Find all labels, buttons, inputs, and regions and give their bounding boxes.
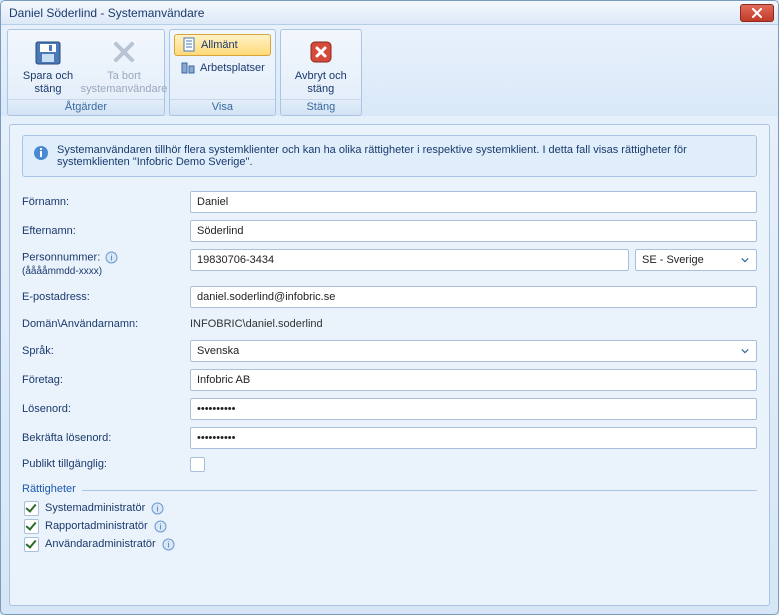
close-icon xyxy=(752,8,762,18)
firstname-label: Förnamn: xyxy=(22,194,190,210)
help-icon[interactable]: i xyxy=(162,538,175,551)
view-general-button[interactable]: Allmänt xyxy=(174,34,271,56)
perm-checkbox-reportadmin[interactable] xyxy=(24,519,39,534)
ribbon: Spara och stäng Ta bort systemanvändare … xyxy=(1,25,778,116)
language-value: Svenska xyxy=(197,345,239,357)
email-label: E-postadress: xyxy=(22,289,190,305)
firstname-input[interactable] xyxy=(190,191,757,213)
language-label: Språk: xyxy=(22,343,190,359)
dialog-window: Daniel Söderlind - Systemanvändare Spara… xyxy=(0,0,779,615)
view-general-label: Allmänt xyxy=(201,39,238,51)
chevron-down-icon xyxy=(738,253,752,267)
permission-item: Rapportadministratör i xyxy=(24,519,755,534)
password-input[interactable] xyxy=(190,398,757,420)
personnr-input[interactable] xyxy=(190,249,629,271)
domainuser-label: Domän\Användarnamn: xyxy=(22,316,190,332)
personnr-label: Personnummer: i (ååååmmdd-xxxx) xyxy=(22,249,190,279)
domainuser-value: INFOBRIC\daniel.soderlind xyxy=(190,315,323,333)
email-input[interactable] xyxy=(190,286,757,308)
svg-text:i: i xyxy=(157,504,159,513)
window-title: Daniel Söderlind - Systemanvändare xyxy=(5,6,740,20)
cancel-icon xyxy=(305,36,337,68)
ribbon-group-actions-label: Åtgärder xyxy=(8,99,164,115)
language-dropdown[interactable]: Svenska xyxy=(190,340,757,362)
permissions-fieldset: Rättigheter Systemadministratör i Rappor… xyxy=(22,490,757,557)
perm-label: Rapportadministratör xyxy=(45,520,148,532)
remove-user-button: Ta bort systemanvändare xyxy=(86,32,162,99)
perm-checkbox-useradmin[interactable] xyxy=(24,537,39,552)
help-icon[interactable]: i xyxy=(105,251,118,264)
ribbon-group-close-label: Stäng xyxy=(281,99,361,115)
password-label: Lösenord: xyxy=(22,401,190,417)
ribbon-group-close: Avbryt och stäng Stäng xyxy=(280,29,362,116)
info-message: Systemanvändaren tillhör flera systemkli… xyxy=(22,135,757,177)
company-label: Företag: xyxy=(22,372,190,388)
confirm-label: Bekräfta lösenord: xyxy=(22,430,190,446)
content-panel: Systemanvändaren tillhör flera systemkli… xyxy=(9,124,770,606)
public-label: Publikt tillgänglig: xyxy=(22,456,190,472)
lastname-input[interactable] xyxy=(190,220,757,242)
public-checkbox[interactable] xyxy=(190,457,205,472)
window-close-button[interactable] xyxy=(740,4,774,22)
svg-text:i: i xyxy=(167,540,169,549)
ribbon-group-view-label: Visa xyxy=(170,99,275,115)
save-button-label: Spara och stäng xyxy=(23,70,73,95)
svg-text:i: i xyxy=(159,522,161,531)
view-workplaces-button[interactable]: Arbetsplatser xyxy=(174,58,271,78)
country-dropdown[interactable]: SE - Sverige xyxy=(635,249,757,271)
chevron-down-icon xyxy=(738,344,752,358)
save-and-close-button[interactable]: Spara och stäng xyxy=(10,32,86,99)
cancel-and-close-button[interactable]: Avbryt och stäng xyxy=(283,32,359,99)
workplaces-icon xyxy=(180,60,196,76)
svg-text:i: i xyxy=(111,254,113,263)
cancel-button-label: Avbryt och stäng xyxy=(295,70,347,95)
help-icon[interactable]: i xyxy=(154,520,167,533)
document-icon xyxy=(181,37,197,53)
help-icon[interactable]: i xyxy=(151,502,164,515)
info-icon xyxy=(33,145,49,161)
save-icon xyxy=(32,36,64,68)
perm-checkbox-sysadmin[interactable] xyxy=(24,501,39,516)
perm-label: Systemadministratör xyxy=(45,502,145,514)
country-value: SE - Sverige xyxy=(642,254,704,266)
company-input[interactable] xyxy=(190,369,757,391)
confirm-password-input[interactable] xyxy=(190,427,757,449)
ribbon-group-actions: Spara och stäng Ta bort systemanvändare … xyxy=(7,29,165,116)
remove-button-label: Ta bort systemanvändare xyxy=(81,70,168,95)
info-text: Systemanvändaren tillhör flera systemkli… xyxy=(57,144,746,168)
permission-item: Systemadministratör i xyxy=(24,501,755,516)
perm-label: Användaradministratör xyxy=(45,538,156,550)
ribbon-group-view: Allmänt Arbetsplatser Visa xyxy=(169,29,276,116)
lastname-label: Efternamn: xyxy=(22,223,190,239)
delete-icon xyxy=(108,36,140,68)
title-bar: Daniel Söderlind - Systemanvändare xyxy=(1,1,778,25)
permission-item: Användaradministratör i xyxy=(24,537,755,552)
permissions-legend: Rättigheter xyxy=(22,483,82,495)
view-workplaces-label: Arbetsplatser xyxy=(200,62,265,74)
